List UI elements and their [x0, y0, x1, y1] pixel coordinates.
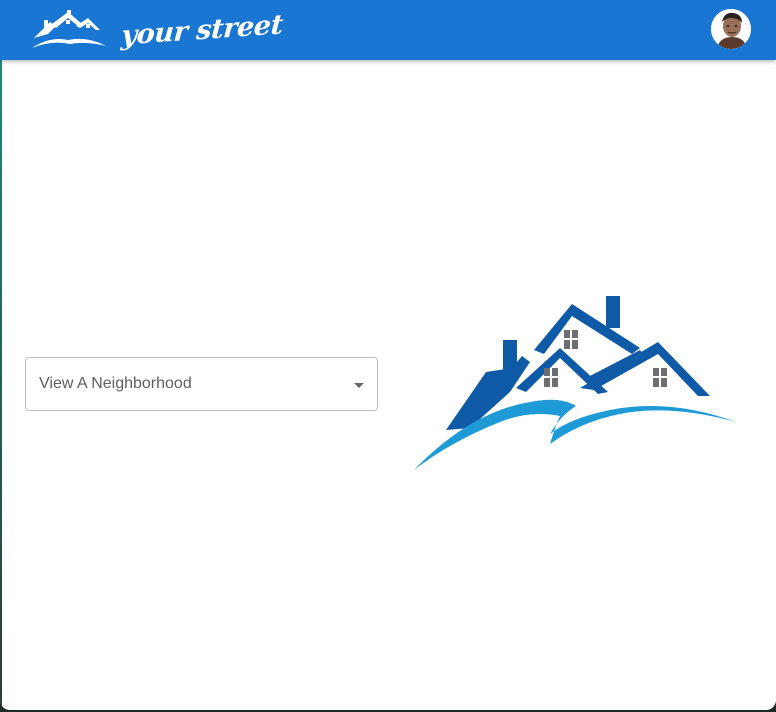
user-avatar[interactable] — [711, 9, 751, 49]
app-window: your street View A Neighborhood — [0, 0, 776, 710]
houses-roof-icon — [32, 10, 106, 48]
neighborhood-select-label: View A Neighborhood — [39, 375, 192, 392]
brand-home-link[interactable]: your street — [28, 6, 284, 54]
window-edge — [0, 60, 2, 710]
user-avatar-icon — [711, 9, 751, 49]
brand-name: your street — [120, 8, 284, 52]
neighborhood-select[interactable]: View A Neighborhood — [25, 357, 378, 411]
houses-roof-logo — [414, 296, 736, 470]
caret-down-icon[interactable] — [354, 383, 364, 388]
app-bar: your street — [0, 0, 776, 60]
